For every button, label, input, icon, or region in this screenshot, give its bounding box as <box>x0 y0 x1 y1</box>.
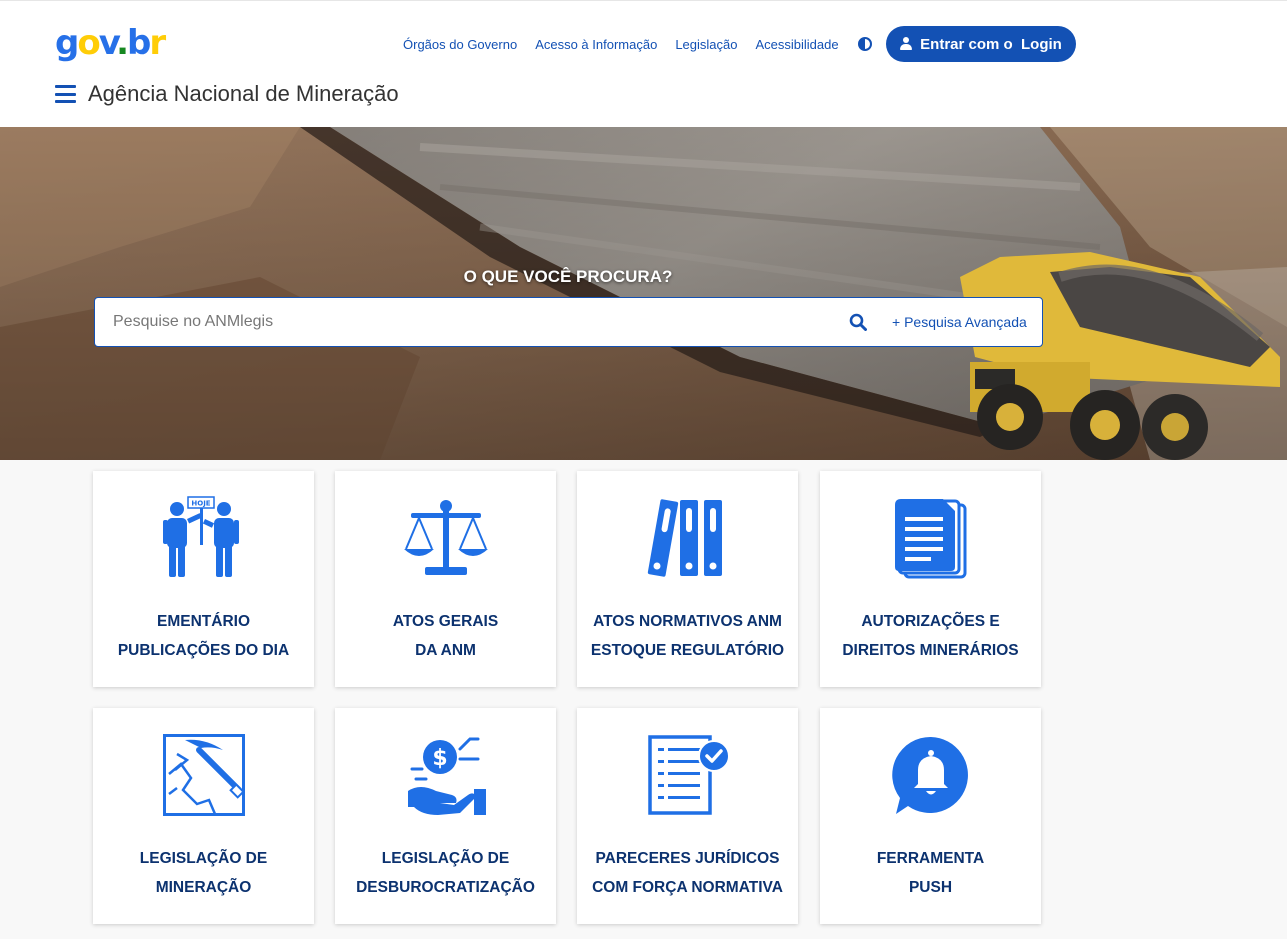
card-label-line1: ATOS GERAIS <box>392 613 499 630</box>
card-atos-normativos[interactable]: ATOS NORMATIVOS ANM ESTOQUE REGULATÓRIO <box>577 471 798 687</box>
card-label-line1: ATOS NORMATIVOS ANM <box>593 613 782 630</box>
card-ferramenta-push[interactable]: FERRAMENTA PUSH <box>820 708 1041 924</box>
card-label-line1: LEGISLAÇÃO DE <box>381 850 510 867</box>
login-button-label: Entrar com o Login <box>920 35 1062 53</box>
site-header: gov.br Órgãos do Governo Acesso à Inform… <box>0 0 1287 127</box>
card-label-line1: PARECERES JURÍDICOS <box>595 850 780 867</box>
card-label-line1: AUTORIZAÇÕES E <box>861 613 1000 630</box>
menu-hamburger-icon[interactable] <box>55 85 76 103</box>
binders-icon <box>647 499 722 577</box>
card-label-line2: DIREITOS MINERÁRIOS <box>842 642 1019 659</box>
top-navigation: Órgãos do Governo Acesso à Informação Le… <box>403 37 857 52</box>
balance-scale-icon <box>403 500 488 575</box>
svg-text:$: $ <box>432 746 447 771</box>
search-icon[interactable] <box>849 313 867 331</box>
login-button[interactable]: Entrar com o Login <box>886 26 1076 62</box>
card-label-line2: PUBLICAÇÕES DO DIA <box>117 642 290 659</box>
nav-acessibilidade[interactable]: Acessibilidade <box>755 37 838 52</box>
bell-chat-icon <box>891 736 968 814</box>
hoje-sign-text: HOJE <box>191 500 210 508</box>
user-icon <box>900 37 913 51</box>
card-atos-gerais[interactable]: ATOS GERAIS DA ANM <box>335 471 556 687</box>
card-label-line2: MINERAÇÃO <box>155 879 252 896</box>
card-label-line2: ESTOQUE REGULATÓRIO <box>590 642 785 659</box>
card-label-line2: DESBUROCRATIZAÇÃO <box>356 879 535 896</box>
nav-orgaos-governo[interactable]: Órgãos do Governo <box>403 37 517 52</box>
nav-acesso-informacao[interactable]: Acesso à Informação <box>535 37 657 52</box>
search-heading: O QUE VOCÊ PROCURA? <box>463 267 673 286</box>
card-legislacao-mineracao[interactable]: LEGISLAÇÃO DE MINERAÇÃO <box>93 708 314 924</box>
nav-legislacao[interactable]: Legislação <box>675 37 737 52</box>
hand-coin-icon: $ <box>407 737 486 815</box>
search-input[interactable] <box>113 298 813 346</box>
card-legislacao-desburocratizacao[interactable]: $ LEGISLAÇÃO DE DESBUROCRATIZAÇÃO <box>335 708 556 924</box>
card-label-line2: COM FORÇA NORMATIVA <box>592 879 783 896</box>
card-label-line1: FERRAMENTA <box>876 850 985 867</box>
documents-icon <box>894 499 966 579</box>
govbr-logo[interactable]: gov.br <box>55 23 166 63</box>
card-label-line1: LEGISLAÇÃO DE <box>139 850 268 867</box>
hero-banner: O QUE VOCÊ PROCURA? + Pesquisa Avançada <box>0 127 1287 460</box>
card-label-line2: DA ANM <box>415 642 476 659</box>
card-pareceres-juridicos[interactable]: PARECERES JURÍDICOS COM FORÇA NORMATIVA <box>577 708 798 924</box>
pickaxe-icon <box>162 734 245 816</box>
card-label-line2: PUSH <box>908 879 953 896</box>
site-title[interactable]: Agência Nacional de Mineração <box>88 81 399 107</box>
people-holding-today-sign-icon: HOJE <box>162 496 239 577</box>
advanced-search-link[interactable]: + Pesquisa Avançada <box>892 314 1027 330</box>
mine-background-image <box>0 127 1287 460</box>
search-bar: + Pesquisa Avançada <box>94 297 1043 347</box>
contrast-toggle-icon[interactable] <box>858 37 872 51</box>
card-label-line1: EMENTÁRIO <box>157 613 250 630</box>
checklist-icon <box>647 735 730 815</box>
card-ementario[interactable]: HOJE EMENTÁRIO PUBLICAÇÕES DO DIA <box>93 471 314 687</box>
card-autorizacoes[interactable]: AUTORIZAÇÕES E DIREITOS MINERÁRIOS <box>820 471 1041 687</box>
